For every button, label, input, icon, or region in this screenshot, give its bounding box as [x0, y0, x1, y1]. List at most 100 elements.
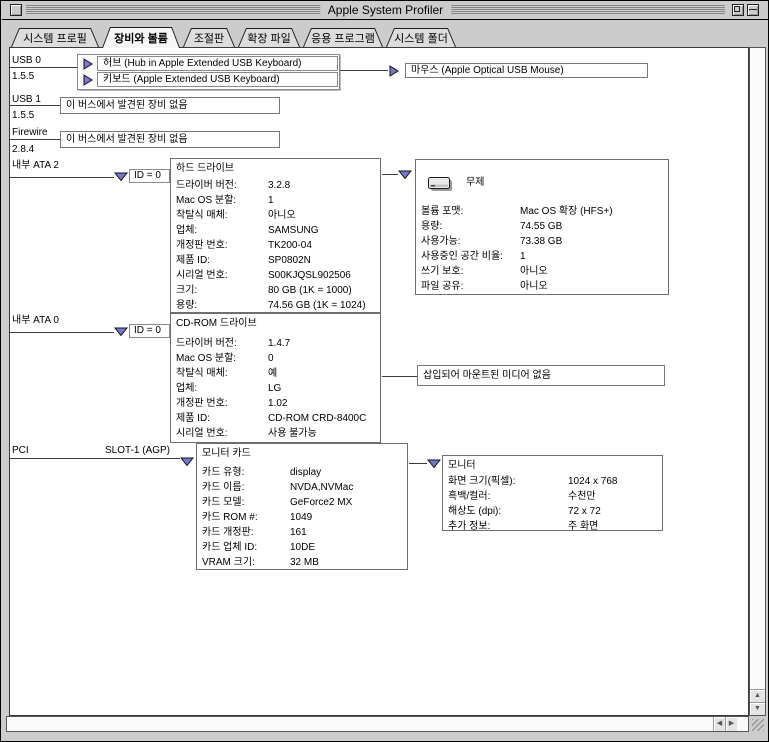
disclosure-down-icon[interactable] — [427, 459, 439, 471]
volume-info-box: 무제 볼륨 포맷:Mac OS 확장 (HFS+) 용량:74.55 GB 사용… — [415, 159, 669, 295]
info-value: display — [290, 466, 321, 479]
vertical-scrollbar[interactable]: ▲ ▼ — [749, 47, 766, 716]
info-value: 1 — [268, 194, 274, 207]
info-value: 3.2.8 — [268, 179, 290, 192]
device-id-box: ID = 0 — [129, 324, 170, 338]
horizontal-scrollbar[interactable]: ◀ ▶ — [6, 716, 749, 732]
zoom-box-icon[interactable] — [732, 4, 744, 16]
info-label: 파일 공유: — [421, 281, 463, 292]
connector-line — [382, 174, 398, 175]
connector-line — [10, 139, 60, 140]
info-label: 크기: — [176, 285, 197, 296]
tab-devices-and-volumes[interactable]: 장비와 볼륨 — [102, 27, 180, 48]
hard-disk-icon — [427, 173, 455, 195]
zoom-box-glyph — [734, 6, 740, 12]
tab-label: 응용 프로그램 — [311, 30, 375, 46]
info-label: 흑백/컬러: — [448, 491, 490, 502]
info-value: 1.02 — [268, 397, 287, 410]
info-label: 카드 이름: — [202, 482, 244, 493]
title-bar[interactable]: Apple System Profiler — [2, 1, 769, 20]
info-value: CD-ROM CRD-8400C — [268, 412, 366, 425]
device-box-mouse[interactable]: 마우스 (Apple Optical USB Mouse) — [405, 63, 648, 78]
bus-version-firewire: 2.8.4 — [12, 144, 34, 155]
disclosure-down-icon[interactable] — [180, 457, 192, 469]
bus-label-ata2: 내부 ATA 2 — [12, 160, 59, 171]
info-label: Mac OS 분할: — [176, 195, 236, 206]
tab-strip: 시스템 프로필 장비와 볼륨 조절판 확장 파일 응용 프로그램 시스템 폴더 — [11, 28, 459, 48]
device-tree-panel: USB 0 1.5.5 허브 (Hub in Apple Extended US… — [9, 47, 749, 716]
info-label: 업체: — [176, 383, 197, 394]
no-media-box: 삽입되어 마운트된 미디어 없음 — [417, 365, 665, 386]
info-value: TK200-04 — [268, 239, 312, 252]
tab-control-panels[interactable]: 조절판 — [183, 28, 235, 47]
scroll-right-icon[interactable]: ▶ — [725, 717, 737, 731]
empty-bus-box-usb1: 이 버스에서 발견된 장비 없음 — [60, 97, 280, 114]
video-card-title: 모니터 카드 — [202, 447, 407, 460]
scroll-down-icon[interactable]: ▼ — [750, 702, 765, 715]
info-label: 제품 ID: — [176, 255, 210, 266]
disclosure-down-icon[interactable] — [114, 172, 126, 184]
bus-label-usb1: USB 1 — [12, 94, 41, 105]
info-value: 1049 — [290, 511, 312, 524]
info-value: 80 GB (1K = 1000) — [268, 284, 352, 297]
info-value: SP0802N — [268, 254, 311, 267]
info-label: 드라이버 버전: — [176, 338, 237, 349]
scroll-up-icon[interactable]: ▲ — [750, 689, 765, 702]
info-value: 아니오 — [268, 209, 296, 222]
bus-label-pci: PCI — [12, 445, 29, 456]
device-box-keyboard[interactable]: 키보드 (Apple Extended USB Keyboard) — [97, 72, 338, 87]
empty-bus-box-firewire: 이 버스에서 발견된 장비 없음 — [60, 131, 280, 148]
collapse-box-icon[interactable] — [747, 4, 759, 16]
disclosure-right-icon[interactable] — [389, 65, 401, 77]
info-value: S00KJQSL902506 — [268, 269, 351, 282]
device-id-box: ID = 0 — [129, 169, 170, 183]
info-label: 개정판 번호: — [176, 398, 228, 409]
tab-applications[interactable]: 응용 프로그램 — [303, 28, 383, 47]
close-box-icon[interactable] — [10, 4, 22, 16]
info-label: 용량: — [176, 300, 197, 311]
info-value: SAMSUNG — [268, 224, 319, 237]
disclosure-down-icon[interactable] — [114, 327, 126, 339]
connector-line — [10, 177, 114, 178]
info-value: NVDA,NVMac — [290, 481, 353, 494]
connector-line — [340, 70, 388, 71]
monitor-info-box: 모니터 화면 크기(픽셀):1024 x 768 흑백/컬러:수천만 해상도 (… — [442, 455, 663, 531]
info-value: 수천만 — [568, 490, 596, 503]
window-title: Apple System Profiler — [320, 3, 451, 18]
info-label: 카드 모델: — [202, 497, 244, 508]
info-label: 쓰기 보호: — [421, 266, 463, 277]
tab-label: 시스템 폴더 — [394, 30, 448, 46]
tab-system-folders[interactable]: 시스템 폴더 — [386, 28, 456, 47]
tab-system-profile[interactable]: 시스템 프로필 — [11, 28, 99, 47]
info-label: 해상도 (dpi): — [448, 506, 501, 517]
info-value: 0 — [268, 352, 274, 365]
disclosure-down-icon[interactable] — [398, 170, 410, 182]
info-value: 1 — [520, 250, 526, 263]
info-label: 드라이버 버전: — [176, 180, 237, 191]
info-value: 아니오 — [520, 265, 548, 278]
info-label: 용량: — [421, 221, 442, 232]
resize-grip-icon[interactable] — [750, 717, 766, 733]
volume-title[interactable]: 무제 — [466, 173, 484, 188]
monitor-title: 모니터 — [448, 459, 662, 472]
info-label: 개정판 번호: — [176, 240, 228, 251]
connector-line — [382, 376, 417, 377]
info-value: Mac OS 확장 (HFS+) — [520, 205, 613, 218]
info-label: 착탈식 매체: — [176, 368, 228, 379]
tab-label: 장비와 볼륨 — [114, 30, 168, 46]
info-label: 추가 정보: — [448, 521, 490, 532]
disclosure-right-icon[interactable] — [83, 58, 95, 70]
info-value: 1024 x 768 — [568, 475, 618, 488]
info-label: 카드 개정판: — [202, 527, 254, 538]
scroll-left-icon[interactable]: ◀ — [713, 717, 725, 731]
info-value: 74.55 GB — [520, 220, 562, 233]
connector-line — [10, 332, 114, 333]
device-box-hub[interactable]: 허브 (Hub in Apple Extended USB Keyboard) — [97, 56, 338, 71]
disclosure-right-icon[interactable] — [83, 74, 95, 86]
info-label: 카드 업체 ID: — [202, 542, 257, 553]
info-value: 10DE — [290, 541, 315, 554]
tab-extensions[interactable]: 확장 파일 — [238, 28, 300, 47]
tab-label: 조절판 — [194, 30, 224, 46]
video-card-info-box: 모니터 카드 카드 유형:display 카드 이름:NVDA,NVMac 카드… — [196, 443, 408, 570]
collapse-box-glyph — [749, 9, 757, 10]
